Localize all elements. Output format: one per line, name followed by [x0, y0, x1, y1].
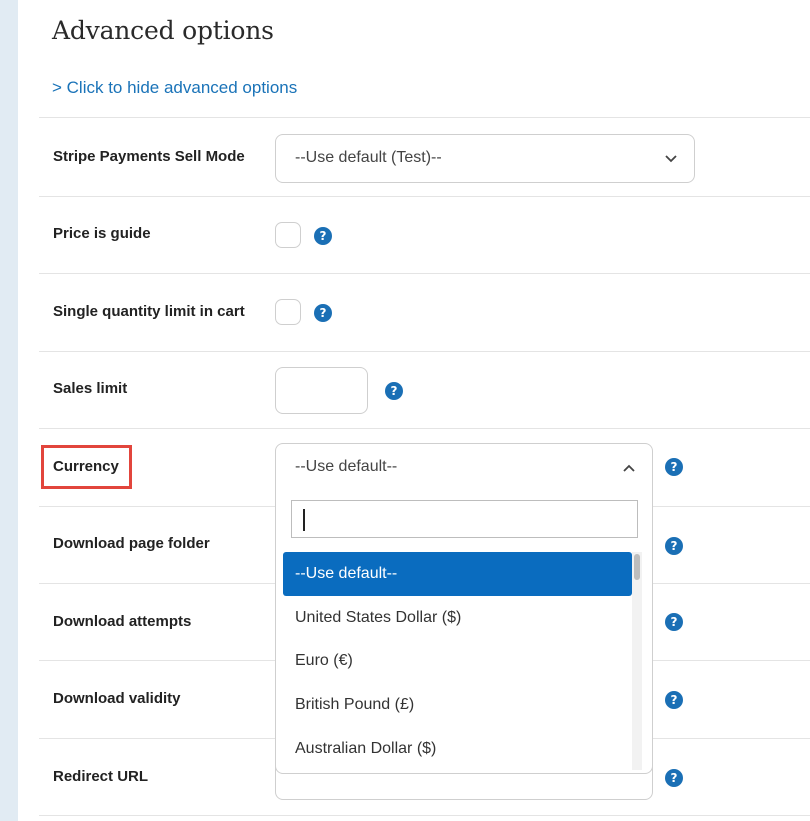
- single-qty-label: Single quantity limit in cart: [53, 303, 245, 320]
- currency-option[interactable]: --Use default--: [283, 552, 632, 596]
- chevron-down-icon: [665, 155, 677, 163]
- row-divider: [39, 117, 810, 118]
- single-qty-checkbox[interactable]: [275, 299, 301, 325]
- row-divider: [39, 351, 810, 352]
- help-icon[interactable]: ?: [314, 304, 332, 322]
- sales-limit-input[interactable]: [275, 367, 368, 414]
- currency-value: --Use default--: [295, 458, 398, 475]
- row-divider: [39, 196, 810, 197]
- help-icon[interactable]: ?: [665, 769, 683, 787]
- sell-mode-label: Stripe Payments Sell Mode: [53, 148, 245, 165]
- currency-option[interactable]: British Pound (£): [283, 683, 632, 727]
- currency-option[interactable]: Australian Dollar ($): [283, 727, 632, 771]
- scrollbar-thumb[interactable]: [634, 554, 640, 580]
- side-strip: [0, 0, 18, 821]
- price-guide-checkbox[interactable]: [275, 222, 301, 248]
- download-validity-label: Download validity: [53, 690, 181, 707]
- hide-advanced-options-link[interactable]: > Click to hide advanced options: [52, 78, 297, 98]
- help-icon[interactable]: ?: [314, 227, 332, 245]
- download-attempts-label: Download attempts: [53, 613, 192, 630]
- text-caret: [303, 509, 305, 531]
- help-icon[interactable]: ?: [665, 691, 683, 709]
- help-icon[interactable]: ?: [385, 382, 403, 400]
- row-divider: [39, 815, 810, 816]
- currency-options-list: --Use default-- United States Dollar ($) E…: [283, 552, 632, 770]
- currency-label: Currency: [53, 458, 119, 475]
- dropdown-scrollbar[interactable]: [632, 552, 642, 770]
- row-divider: [39, 428, 810, 429]
- sales-limit-label: Sales limit: [53, 380, 128, 397]
- currency-option[interactable]: Euro (€): [283, 639, 632, 683]
- help-icon[interactable]: ?: [665, 537, 683, 555]
- help-icon[interactable]: ?: [665, 613, 683, 631]
- currency-select[interactable]: --Use default-- --Use default-- United St…: [275, 443, 653, 774]
- row-divider: [39, 273, 810, 274]
- price-guide-label: Price is guide: [53, 225, 151, 242]
- currency-search-input[interactable]: [291, 500, 638, 538]
- help-icon[interactable]: ?: [665, 458, 683, 476]
- currency-option[interactable]: United States Dollar ($): [283, 596, 632, 640]
- sell-mode-value: --Use default (Test)--: [295, 149, 442, 166]
- redirect-url-label: Redirect URL: [53, 768, 149, 785]
- page-title: Advanced options: [52, 16, 274, 45]
- download-folder-label: Download page folder: [53, 535, 210, 552]
- sell-mode-select[interactable]: --Use default (Test)--: [275, 134, 695, 183]
- chevron-up-icon[interactable]: [623, 464, 635, 472]
